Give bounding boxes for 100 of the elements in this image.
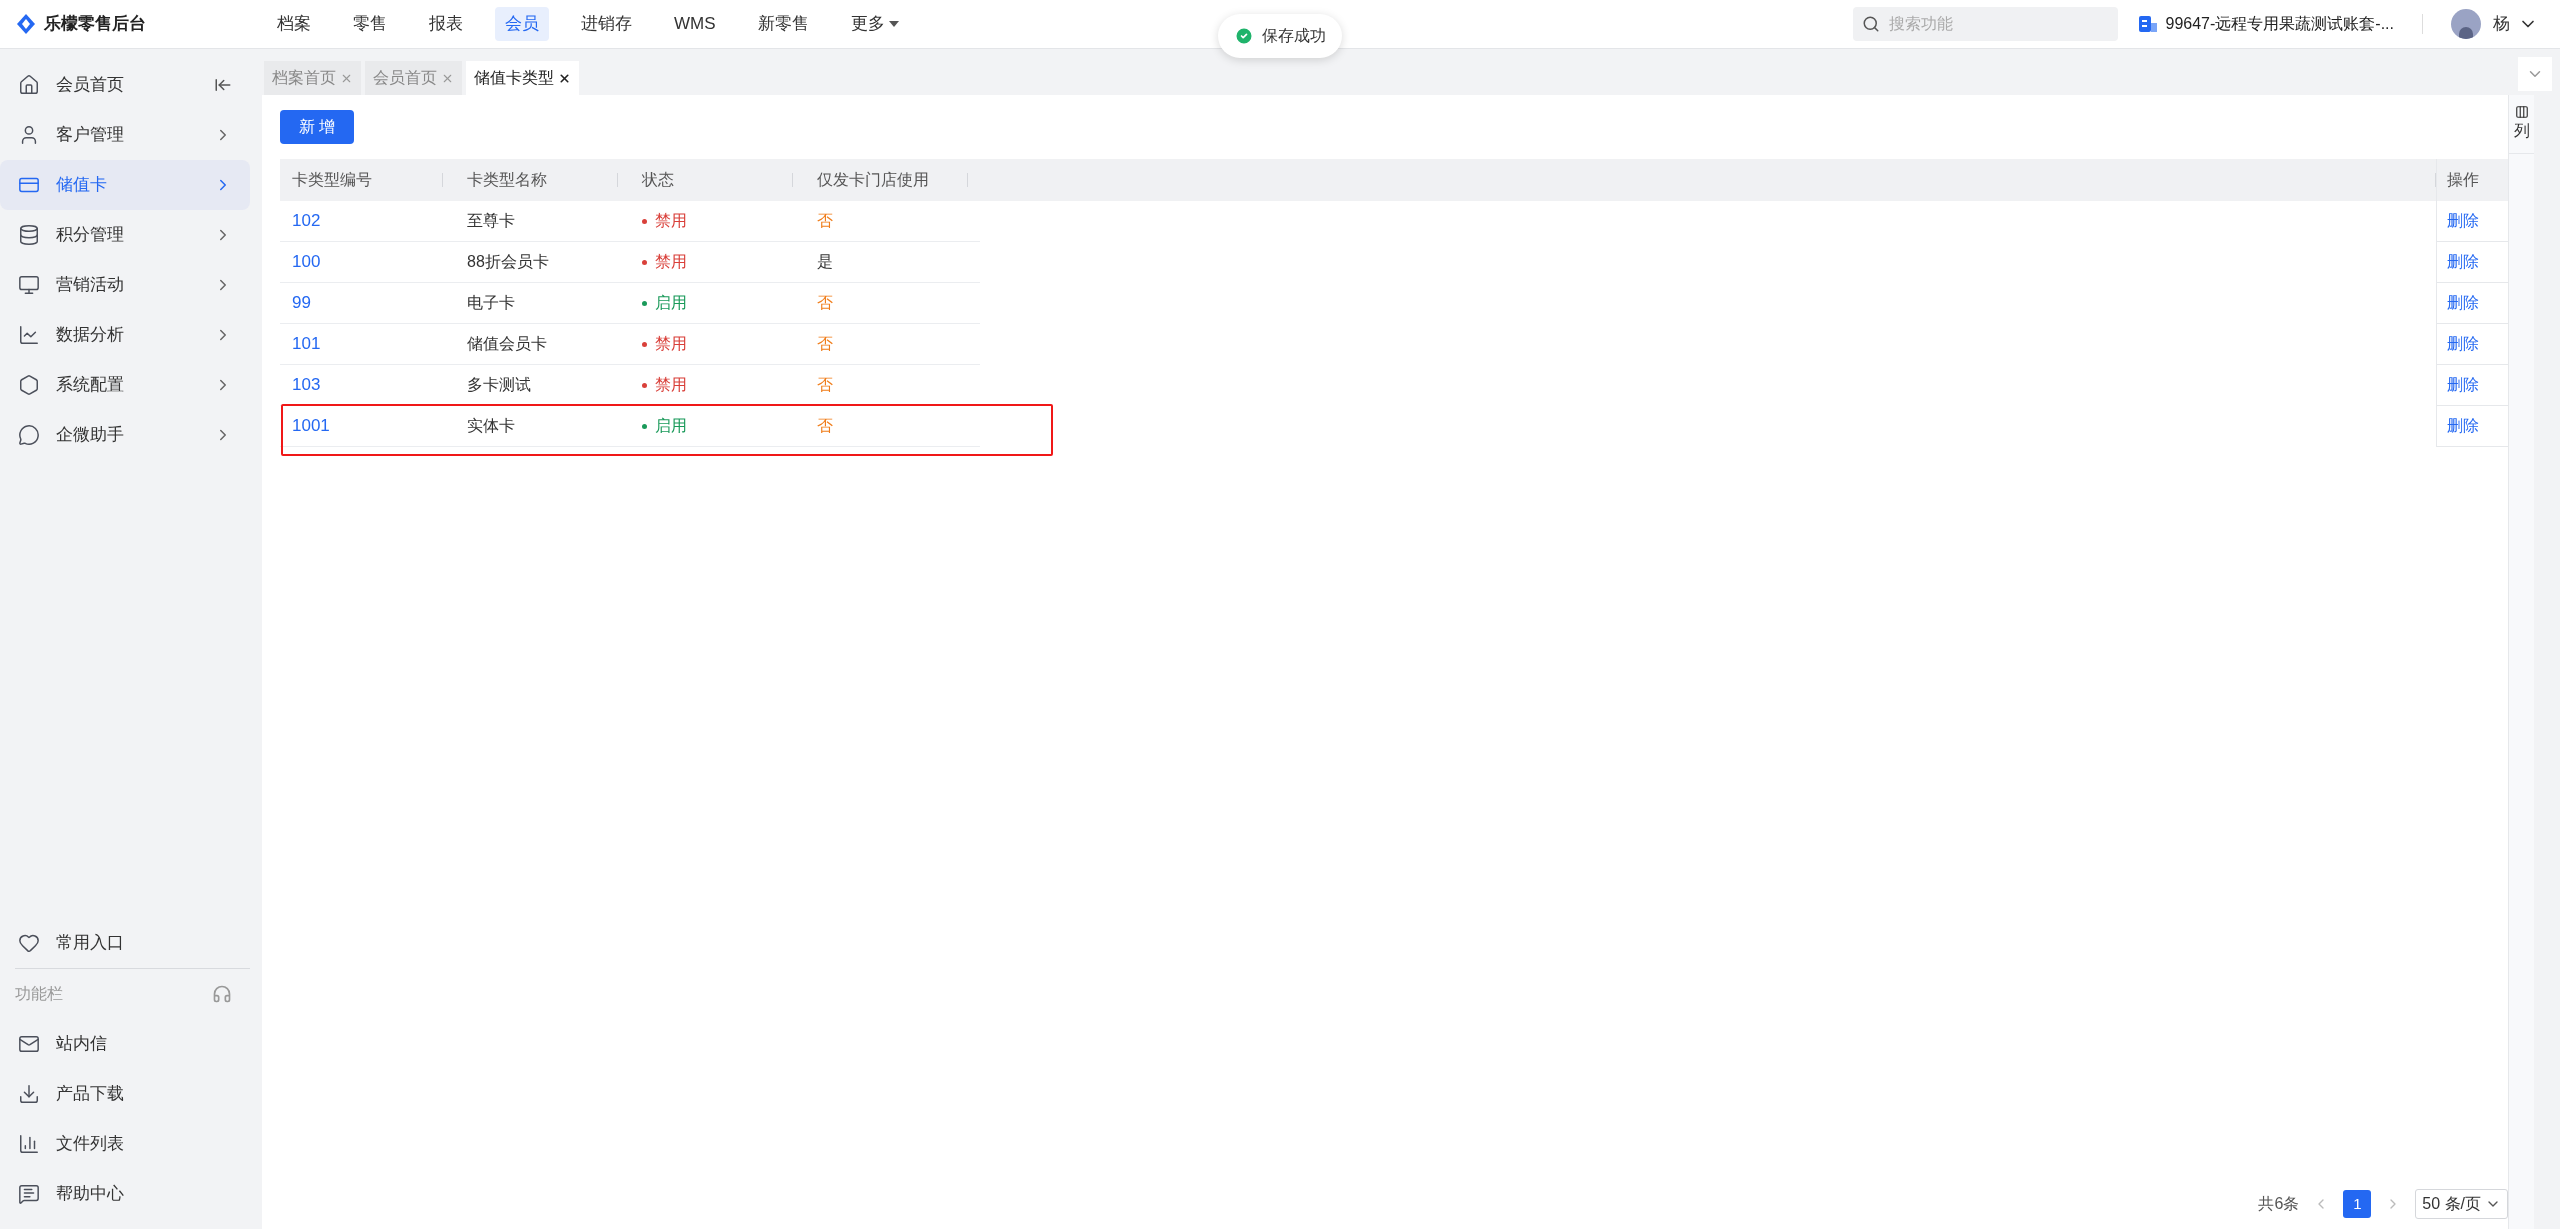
- sidebar-label: 帮助中心: [56, 1183, 124, 1206]
- delete-link[interactable]: 删除: [2447, 332, 2479, 356]
- sidebar-item[interactable]: 文件列表: [0, 1119, 250, 1169]
- status-text: 禁用: [655, 211, 687, 231]
- table-cell: 多卡测试: [467, 376, 531, 393]
- chat-icon: [18, 424, 40, 446]
- message-icon: [18, 1183, 40, 1205]
- sidebar-item[interactable]: 系统配置: [0, 360, 250, 410]
- delete-link[interactable]: 删除: [2447, 291, 2479, 315]
- sidebar-item[interactable]: 常用入口: [0, 918, 250, 968]
- column-header: 仅发卡门店使用: [817, 170, 930, 190]
- sidebar-label: 数据分析: [56, 324, 125, 347]
- sidebar-label: 会员首页: [56, 74, 125, 97]
- sidebar-item[interactable]: 产品下载: [0, 1069, 250, 1119]
- delete-link[interactable]: 删除: [2447, 414, 2479, 438]
- sidebar-item[interactable]: 站内信: [0, 1019, 250, 1069]
- nav-tab[interactable]: 零售: [343, 7, 397, 41]
- nav-tab[interactable]: 进销存: [571, 7, 642, 41]
- column-header: 操作: [2447, 170, 2479, 190]
- avatar[interactable]: [2451, 9, 2481, 39]
- app-title: 乐檬零售后台: [44, 13, 146, 36]
- delete-link[interactable]: 删除: [2447, 373, 2479, 397]
- table-cell: 否: [817, 294, 833, 311]
- column-settings-button[interactable]: 列: [2509, 105, 2534, 154]
- tabs-dropdown[interactable]: [2518, 57, 2552, 91]
- account-name[interactable]: 99647-远程专用果蔬测试账套-...: [2165, 12, 2394, 36]
- headset-icon[interactable]: [212, 984, 232, 1004]
- search-icon: [1861, 15, 1880, 33]
- line-chart-icon: [18, 324, 40, 346]
- sidebar-item[interactable]: 企微助手: [0, 410, 250, 460]
- status-text: 禁用: [655, 334, 687, 354]
- sidebar-label: 储值卡: [56, 174, 108, 197]
- caret-icon: [888, 21, 899, 27]
- status-text: 禁用: [655, 375, 687, 395]
- sidebar-label: 站内信: [56, 1033, 107, 1056]
- close-icon[interactable]: [558, 71, 571, 85]
- sidebar-item[interactable]: 营销活动: [0, 260, 250, 310]
- monitor-icon: [18, 274, 40, 296]
- column-header: 卡类型编号: [292, 170, 373, 190]
- table-cell: 否: [817, 212, 833, 229]
- database-icon: [18, 224, 40, 246]
- sidebar-item[interactable]: 会员首页: [0, 60, 250, 110]
- code-link[interactable]: 100: [292, 252, 321, 272]
- sidebar-item[interactable]: 储值卡: [0, 160, 250, 210]
- sidebar-item[interactable]: 客户管理: [0, 110, 250, 160]
- table-cell: 否: [817, 376, 833, 393]
- table-cell: 否: [817, 335, 833, 352]
- delete-link[interactable]: 删除: [2447, 250, 2479, 274]
- account-icon: [2137, 15, 2158, 33]
- bar-chart-icon: [18, 1133, 40, 1155]
- hexagon-icon: [18, 374, 40, 396]
- download-icon: [18, 1083, 40, 1105]
- sidebar-label: 客户管理: [56, 124, 125, 147]
- table-cell: 至尊卡: [467, 212, 515, 229]
- toast-text: 保存成功: [1262, 26, 1326, 46]
- delete-link[interactable]: 删除: [2447, 209, 2479, 233]
- table-cell: 电子卡: [467, 294, 515, 311]
- section-title: 功能栏: [15, 984, 64, 1004]
- logo-icon: [16, 13, 36, 35]
- columns-icon: [2514, 105, 2529, 119]
- sidebar-label: 常用入口: [56, 932, 124, 955]
- status-text: 启用: [655, 293, 687, 313]
- sidebar-label: 营销活动: [56, 274, 125, 297]
- search-field[interactable]: 搜索功能: [1852, 7, 2118, 41]
- page-button[interactable]: 1: [2343, 1190, 2372, 1218]
- nav-tab[interactable]: 报表: [419, 7, 473, 41]
- heart-icon: [18, 932, 40, 954]
- user-name[interactable]: 杨: [2493, 11, 2510, 37]
- nav-tab[interactable]: WMS: [664, 7, 726, 41]
- nav-tab[interactable]: 更多: [840, 7, 909, 41]
- table-cell: 88折会员卡: [467, 253, 549, 270]
- sidebar-item[interactable]: 积分管理: [0, 210, 250, 260]
- status-text: 启用: [655, 416, 687, 436]
- column-header: 卡类型名称: [467, 170, 548, 190]
- nav-tab[interactable]: 新零售: [747, 7, 819, 41]
- collapse-icon[interactable]: [214, 76, 232, 94]
- code-link[interactable]: 101: [292, 334, 321, 354]
- code-link[interactable]: 1001: [292, 416, 330, 436]
- sidebar-label: 企微助手: [56, 424, 125, 447]
- total-count: 共6条: [2258, 1194, 2300, 1214]
- sidebar-label: 系统配置: [56, 374, 125, 397]
- table-cell: 是: [817, 253, 833, 270]
- page-tab[interactable]: 储值卡类型: [466, 61, 579, 95]
- sidebar-label: 产品下载: [56, 1083, 124, 1106]
- code-link[interactable]: 99: [292, 293, 311, 313]
- mail-icon: [18, 1033, 40, 1055]
- code-link[interactable]: 102: [292, 211, 321, 231]
- table-cell: 实体卡: [467, 417, 515, 434]
- status-text: 禁用: [655, 252, 687, 272]
- add-button[interactable]: 新 增: [280, 110, 354, 144]
- nav-tab[interactable]: 会员: [495, 7, 549, 41]
- sidebar-item[interactable]: 帮助中心: [0, 1169, 250, 1219]
- sidebar-label: 积分管理: [56, 224, 125, 247]
- sidebar-item[interactable]: 数据分析: [0, 310, 250, 360]
- column-header: 状态: [642, 170, 675, 190]
- nav-tab[interactable]: 档案: [267, 7, 321, 41]
- sidebar-label: 文件列表: [56, 1133, 124, 1156]
- code-link[interactable]: 103: [292, 375, 321, 395]
- table-cell: 储值会员卡: [467, 335, 547, 352]
- home-icon: [18, 74, 40, 96]
